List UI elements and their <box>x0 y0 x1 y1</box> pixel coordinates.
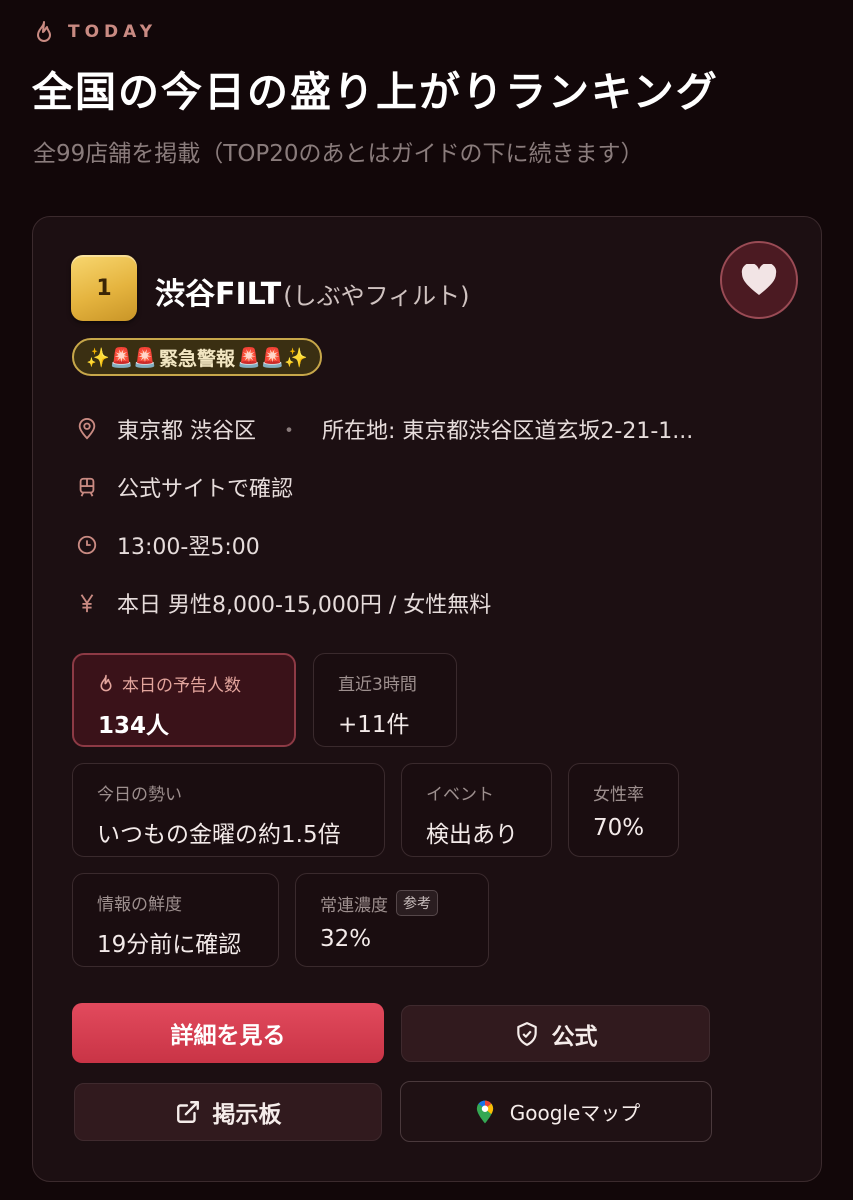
store-card: 1 渋谷FILT (しぶやフィルト) ✨🚨🚨 緊急警報 🚨🚨✨ 東京都 渋谷区 … <box>32 216 822 1182</box>
shield-check-icon <box>516 1021 537 1046</box>
stat-reservations-value: 134人 <box>98 713 170 739</box>
rank-badge: 1 <box>71 255 137 321</box>
alert-text: 緊急警報 <box>158 347 235 370</box>
page-subtitle: 全99店舗を掲載（TOP20のあとはガイドの下に続きます） <box>33 141 644 167</box>
official-button-label: 公式 <box>551 1023 598 1050</box>
alert-decor-right: 🚨🚨✨ <box>237 346 308 369</box>
stat-momentum-value: いつもの金曜の約1.5倍 <box>97 822 341 848</box>
clock-icon <box>75 533 99 557</box>
location-address: 所在地: 東京都渋谷区道玄坂2-21-1... <box>322 419 694 444</box>
stat-recent-label: 直近3時間 <box>338 675 417 695</box>
stat-event-label: イベント <box>426 785 494 805</box>
eyebrow-label: TODAY <box>68 22 157 42</box>
hours-text: 13:00-翌5:00 <box>117 535 260 560</box>
today-eyebrow: TODAY <box>34 18 157 46</box>
store-name[interactable]: 渋谷FILT (しぶやフィルト) <box>155 269 470 313</box>
official-button[interactable]: 公式 <box>401 1005 710 1062</box>
board-button[interactable]: 掲示板 <box>74 1083 382 1141</box>
board-button-label: 掲示板 <box>212 1102 282 1128</box>
stat-freshness-value: 19分前に確認 <box>97 932 242 958</box>
stat-reservations-label: 本日の予告人数 <box>122 676 241 696</box>
google-maps-button-label: Googleマップ <box>509 1101 641 1125</box>
info-price: 本日 男性8,000-15,000円 / 女性無料 <box>75 587 491 619</box>
stat-female-ratio-value: 70% <box>593 815 645 841</box>
info-location: 東京都 渋谷区 ・ 所在地: 東京都渋谷区道玄坂2-21-1... <box>75 413 693 445</box>
google-maps-button[interactable]: Googleマップ <box>400 1081 712 1142</box>
external-link-icon <box>176 1101 199 1123</box>
page-title: 全国の今日の盛り上がりランキング <box>32 68 719 116</box>
stat-regulars-label: 常連濃度 <box>320 895 388 916</box>
info-access: 公式サイトで確認 <box>75 471 293 503</box>
stat-freshness: 情報の鮮度 19分前に確認 <box>72 873 279 967</box>
details-button-label: 詳細を見る <box>170 1023 286 1049</box>
stat-recent-value: +11件 <box>338 712 410 738</box>
price-text: 本日 男性8,000-15,000円 / 女性無料 <box>117 593 492 618</box>
info-hours: 13:00-翌5:00 <box>75 529 260 561</box>
favorite-button[interactable] <box>720 241 798 319</box>
yen-icon <box>75 591 99 615</box>
stat-momentum: 今日の勢い いつもの金曜の約1.5倍 <box>72 763 385 857</box>
map-pin-icon <box>75 417 99 441</box>
train-icon <box>75 475 99 499</box>
store-name-reading: (しぶやフィルト) <box>283 282 470 310</box>
stat-female-ratio: 女性率 70% <box>568 763 679 857</box>
google-maps-pin-icon <box>476 1100 493 1123</box>
stat-momentum-label: 今日の勢い <box>97 785 182 805</box>
stat-freshness-label: 情報の鮮度 <box>97 895 182 915</box>
flame-icon <box>100 674 112 692</box>
stat-regulars-value: 32% <box>320 926 372 952</box>
flame-icon <box>37 21 51 42</box>
location-separator: ・ <box>278 419 301 444</box>
stat-event: イベント 検出あり <box>401 763 552 857</box>
emergency-alert-badge: ✨🚨🚨 緊急警報 🚨🚨✨ <box>72 338 322 376</box>
details-button[interactable]: 詳細を見る <box>72 1003 384 1063</box>
stat-reservations: 本日の予告人数 134人 <box>72 653 296 747</box>
stat-recent: 直近3時間 +11件 <box>313 653 457 747</box>
stat-female-ratio-label: 女性率 <box>593 785 644 805</box>
alert-decor-left: ✨🚨🚨 <box>86 346 157 369</box>
store-name-text: 渋谷FILT <box>155 277 282 312</box>
stat-regulars: 常連濃度 参考 32% <box>295 873 489 967</box>
stat-event-value: 検出あり <box>426 822 518 848</box>
access-text: 公式サイトで確認 <box>117 477 294 502</box>
location-area: 東京都 渋谷区 <box>117 419 256 444</box>
reference-tag: 参考 <box>396 890 438 916</box>
heart-icon <box>741 264 777 295</box>
